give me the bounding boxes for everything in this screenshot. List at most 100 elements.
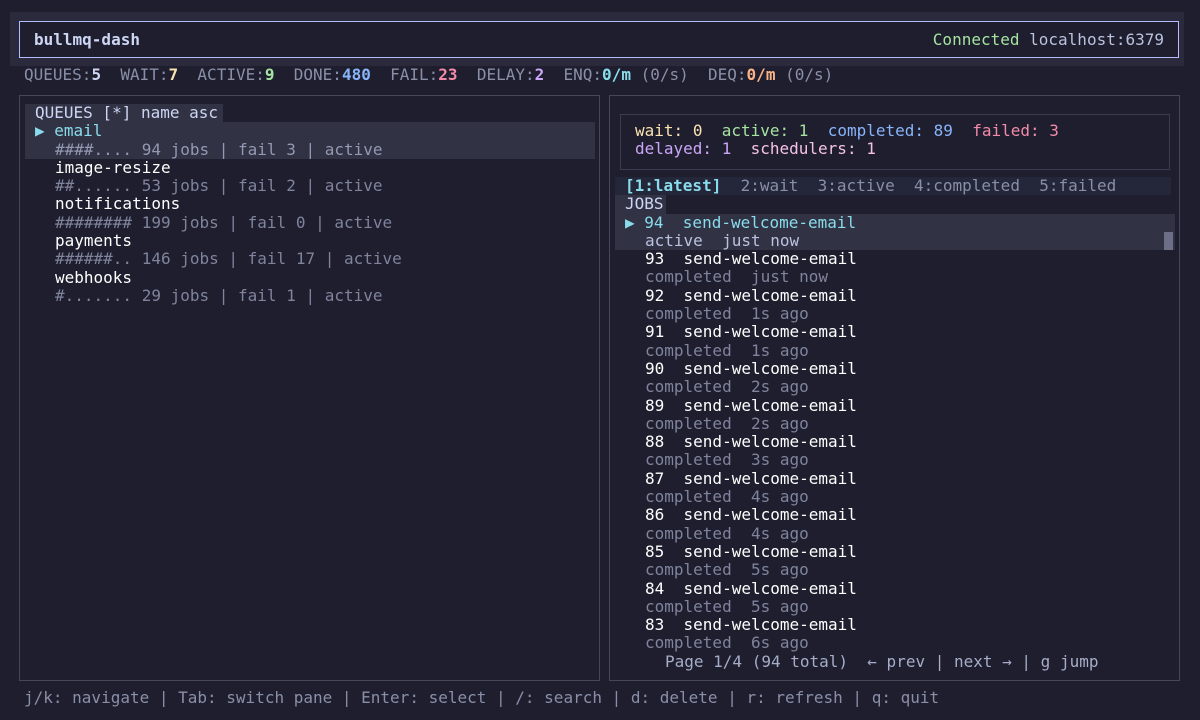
connection-host: localhost:6379 [1029,30,1164,49]
tab-3:active[interactable]: 3:active [818,176,895,195]
queues-header: QUEUES [*] name asc [25,103,224,123]
job-status: completed 1s ago [645,340,809,360]
job-title: 93 send-welcome-email [645,249,857,269]
schedulers-count: schedulers: 1 [750,139,876,159]
queue-item[interactable]: ▶ email ####.... 94 jobs | fail 3 | activ… [25,121,595,159]
failed-count: failed: 3 [972,121,1059,140]
tab-2:wait[interactable]: 2:wait [741,176,799,195]
queue-meta: ######## 199 jobs | fail 0 | active [55,212,393,232]
connection-status: Connected localhost:6379 [933,30,1164,49]
stat-label: QUEUES: [24,65,92,84]
job-counts-box: wait: 0 active: 1 completed: 89 failed: … [620,114,1170,170]
stat-value: 0/m [602,65,631,84]
queue-item[interactable]: notifications ######## 199 jobs | fail 0 … [25,195,595,232]
job-status: completed 1s ago [645,304,809,324]
queue-list: ▶ email ####.... 94 jobs | fail 3 | activ… [25,121,595,306]
stat-value: 9 [264,65,275,84]
job-row[interactable]: 83 send-welcome-email completed 6s ago [615,615,1175,653]
stat-value: 7 [168,65,179,84]
pagination[interactable]: Page 1/4 (94 total) ← prev | next → | g … [665,652,1098,671]
job-status: completed 6s ago [645,633,809,653]
queue-item[interactable]: webhooks #....... 29 jobs | fail 1 | acti… [25,267,595,306]
queue-meta: ####.... 94 jobs | fail 3 | active [55,139,383,159]
stats-bar: QUEUES:5 WAIT:7 ACTIVE:9 DONE:480 FAIL:2… [24,65,833,84]
job-title: 85 send-welcome-email [645,541,857,561]
queues-pane[interactable]: QUEUES [*] name asc ▶ email ####.... 94 j… [19,95,600,681]
job-status: completed just now [645,267,829,287]
stat-label: DONE: [293,65,342,84]
job-row[interactable]: 93 send-welcome-email completed just now [615,249,1175,287]
job-status: completed 5s ago [645,560,809,580]
counts-row-1: wait: 0 active: 1 completed: 89 failed: … [635,121,1169,140]
stat-enq: ENQ:0/m (0/s) [564,65,689,84]
stat-label: ACTIVE: [197,65,265,84]
header-bar: bullmq-dash Connected localhost:6379 [19,21,1179,58]
job-title: ▶ 94 send-welcome-email [625,212,857,232]
stat-value: 5 [91,65,102,84]
stat-rate: (0/s) [775,65,834,84]
wait-count: wait: 0 [635,121,703,140]
queue-meta: ##...... 53 jobs | fail 2 | active [55,176,383,196]
stat-label: DELAY: [476,65,535,84]
queue-item[interactable]: payments ######.. 146 jobs | fail 17 | ac… [25,231,595,269]
tab-1:latest[interactable]: [1:latest] [625,176,721,195]
job-row[interactable]: 88 send-welcome-email completed 3s ago [615,432,1175,470]
job-title: 91 send-welcome-email [645,322,857,342]
job-status: completed 4s ago [645,487,809,507]
stat-rate: (0/s) [630,65,689,84]
counts-row-2: delayed: 1 schedulers: 1 [635,140,1169,158]
job-row[interactable]: 92 send-welcome-email completed 1s ago [615,285,1175,324]
stat-queues: QUEUES:5 [24,65,101,84]
tab-5:failed[interactable]: 5:failed [1039,176,1116,195]
stat-done: DONE:480 [294,65,371,84]
selected-arrow-icon: ▶ [625,212,645,232]
keybinding-help: j/k: navigate | Tab: switch pane | Enter… [24,688,940,707]
stat-delay: DELAY:2 [477,65,544,84]
stat-label: DEQ: [708,65,747,84]
job-list-scrollbar[interactable] [1164,232,1173,250]
queue-name: notifications [55,194,181,214]
job-row[interactable]: 89 send-welcome-email completed 2s ago [615,395,1175,434]
queue-name: webhooks [55,267,133,287]
job-title: 84 send-welcome-email [645,578,857,598]
job-status: completed 3s ago [645,450,809,470]
job-row[interactable]: 87 send-welcome-email completed 4s ago [615,468,1175,507]
app-root: bullmq-dash Connected localhost:6379 QUE… [0,0,1200,720]
stat-active: ACTIVE:9 [197,65,274,84]
job-list: ▶ 94 send-welcome-email active just now 93… [615,212,1175,653]
stat-value: 2 [534,65,545,84]
job-row[interactable]: 84 send-welcome-email completed 5s ago [615,578,1175,617]
job-title: 87 send-welcome-email [645,468,857,488]
queue-item[interactable]: image-resize ##...... 53 jobs | fail 2 | … [25,157,595,196]
job-row[interactable]: 85 send-welcome-email completed 5s ago [615,541,1175,580]
queue-name: image-resize [55,157,171,177]
tab-4:completed[interactable]: 4:completed [914,176,1020,195]
delayed-count: delayed: 1 [635,139,732,159]
job-status: completed 5s ago [645,596,809,616]
active-count: active: 1 [721,121,809,140]
queue-name: ▶ email [35,121,103,141]
stat-wait: WAIT:7 [120,65,178,84]
stat-value: 23 [438,65,458,84]
job-row[interactable]: 90 send-welcome-email completed 2s ago [615,359,1175,397]
job-status: active just now [645,230,800,250]
stat-label: ENQ: [563,65,603,84]
job-row[interactable]: 91 send-welcome-email completed 1s ago [615,323,1175,360]
stat-deq: DEQ:0/m (0/s) [708,65,833,84]
stat-label: WAIT: [120,65,169,84]
job-status: completed 2s ago [645,413,809,433]
job-row[interactable]: 86 send-welcome-email completed 4s ago [615,506,1175,543]
job-row[interactable]: ▶ 94 send-welcome-email active just now [615,212,1175,251]
selected-arrow-icon: ▶ [35,121,55,141]
jobs-header: JOBS [615,194,666,214]
stat-value: 0/m [746,65,776,84]
queue-name: payments [55,231,133,251]
job-title: 92 send-welcome-email [645,285,857,305]
queue-meta: ######.. 146 jobs | fail 17 | active [55,249,402,269]
job-title: 89 send-welcome-email [645,395,857,415]
job-title: 83 send-welcome-email [645,615,857,635]
detail-pane[interactable]: wait: 0 active: 1 completed: 89 failed: … [609,95,1180,681]
job-state-tabs: [1:latest] 2:wait 3:active 4:completed 5… [615,176,1171,196]
job-status: completed 4s ago [645,523,809,543]
job-title: 86 send-welcome-email [645,505,857,525]
